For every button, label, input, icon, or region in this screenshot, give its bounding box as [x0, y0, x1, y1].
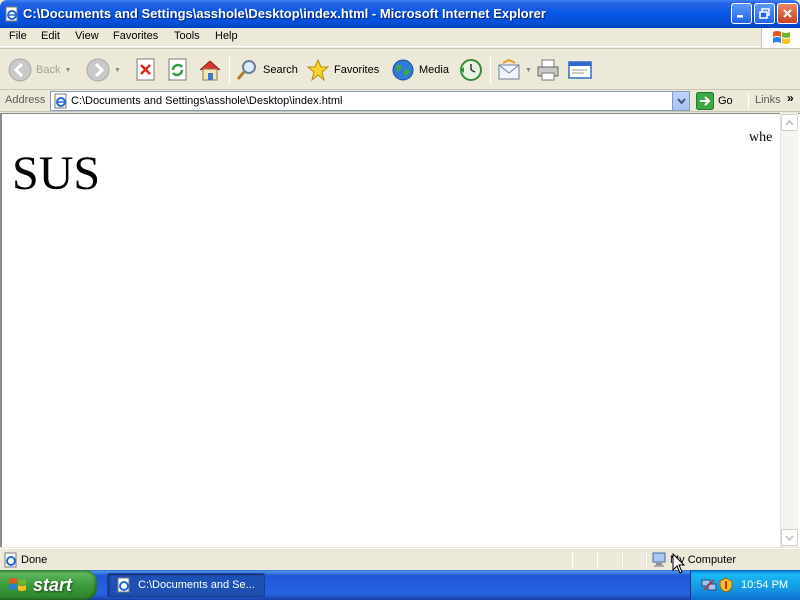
scroll-up-button[interactable]: [781, 114, 798, 131]
system-tray: 10:54 PM: [690, 570, 800, 600]
home-button[interactable]: [197, 55, 223, 85]
scroll-down-button[interactable]: [781, 529, 798, 546]
forward-dropdown-icon[interactable]: ▼: [114, 67, 121, 74]
mouse-pointer-icon: [672, 553, 686, 574]
start-button[interactable]: start: [0, 570, 97, 600]
mail-button[interactable]: ▼: [497, 55, 532, 85]
print-button[interactable]: [535, 55, 561, 85]
ie-page-icon: [5, 6, 18, 22]
status-text: Done: [21, 554, 48, 566]
page-heading: SUS: [12, 147, 101, 200]
close-button[interactable]: [777, 3, 798, 24]
page-text: whe: [749, 130, 773, 145]
restore-icon: [759, 8, 770, 19]
menu-help[interactable]: Help: [215, 30, 238, 42]
favorites-label: Favorites: [334, 64, 380, 76]
chevron-down-icon: [676, 98, 686, 104]
back-button[interactable]: Back ▼: [8, 55, 71, 85]
menu-favorites[interactable]: Favorites: [113, 30, 158, 42]
close-icon: [783, 9, 792, 18]
search-label: Search: [263, 64, 298, 76]
title-bar[interactable]: C:\Documents and Settings\asshole\Deskto…: [0, 0, 800, 28]
star-icon: [306, 58, 330, 82]
refresh-button[interactable]: [167, 55, 189, 85]
security-shield-icon[interactable]: [718, 577, 734, 593]
history-clock-icon: [460, 59, 482, 81]
page-content: SUS whe: [0, 113, 800, 547]
forward-button[interactable]: ▼: [86, 55, 121, 85]
status-separator: [622, 552, 623, 568]
taskbar-window-button[interactable]: C:\Documents and Se...: [107, 573, 265, 597]
tray-clock[interactable]: 10:54 PM: [741, 579, 788, 591]
back-arrow-icon: [8, 58, 32, 82]
menu-file[interactable]: File: [9, 30, 27, 42]
address-combobox[interactable]: [50, 91, 690, 111]
my-computer-icon: [652, 552, 666, 567]
refresh-icon: [168, 58, 187, 81]
network-icon[interactable]: [701, 577, 717, 593]
stop-icon: [136, 58, 155, 81]
menu-view[interactable]: View: [75, 30, 99, 42]
windows-flag-icon: [9, 578, 26, 591]
printer-icon: [537, 59, 559, 81]
mail-envelope-icon: [498, 58, 520, 80]
address-label: Address: [5, 94, 46, 106]
toolbar-separator: [490, 56, 491, 84]
ie-page-icon: [54, 93, 67, 109]
back-dropdown-icon[interactable]: ▼: [64, 67, 71, 74]
search-button[interactable]: Search: [235, 55, 298, 85]
go-label: Go: [718, 95, 733, 107]
status-separator: [597, 552, 598, 568]
menu-edit[interactable]: Edit: [41, 30, 60, 42]
toolbar-separator: [229, 56, 230, 84]
media-globe-icon: [392, 59, 414, 81]
stop-button[interactable]: [135, 55, 157, 85]
address-bar: Address Go Links »: [0, 90, 800, 112]
go-button[interactable]: Go: [696, 92, 733, 110]
minimize-icon: [737, 15, 743, 18]
forward-arrow-icon: [86, 58, 110, 82]
edit-page-icon: [568, 61, 592, 79]
windows-logo: [761, 28, 800, 48]
links-label[interactable]: Links: [755, 94, 781, 106]
window-title: C:\Documents and Settings\asshole\Deskto…: [23, 6, 546, 21]
back-label: Back: [36, 64, 61, 76]
edit-button[interactable]: [567, 55, 593, 85]
page-done-icon: [4, 552, 17, 568]
windows-flag-icon: [773, 31, 790, 44]
mail-dropdown-icon[interactable]: ▼: [525, 67, 532, 74]
taskbar-window-label: C:\Documents and Se...: [138, 579, 255, 591]
links-chevron-icon[interactable]: »: [787, 91, 794, 105]
home-icon: [199, 60, 221, 81]
media-button[interactable]: Media: [391, 55, 449, 85]
media-label: Media: [419, 64, 449, 76]
status-separator: [572, 552, 573, 568]
vertical-scrollbar[interactable]: [780, 113, 798, 547]
links-separator: [748, 93, 749, 110]
menu-tools[interactable]: Tools: [174, 30, 200, 42]
standard-toolbar: Back ▼ ▼ Search Favorites Media ▼: [0, 48, 800, 90]
chevron-down-icon: [785, 534, 794, 541]
search-icon: [236, 60, 256, 80]
address-dropdown-button[interactable]: [672, 92, 689, 110]
start-label: start: [33, 574, 73, 595]
menu-bar: File Edit View Favorites Tools Help: [0, 28, 800, 47]
chevron-up-icon: [785, 119, 794, 126]
minimize-button[interactable]: [731, 3, 752, 24]
address-input[interactable]: [71, 95, 666, 107]
history-button[interactable]: [458, 55, 484, 85]
status-separator: [646, 552, 647, 568]
go-arrow-icon: [696, 92, 714, 110]
restore-button[interactable]: [754, 3, 775, 24]
favorites-button[interactable]: Favorites: [306, 55, 379, 85]
ie-page-icon: [117, 577, 130, 593]
